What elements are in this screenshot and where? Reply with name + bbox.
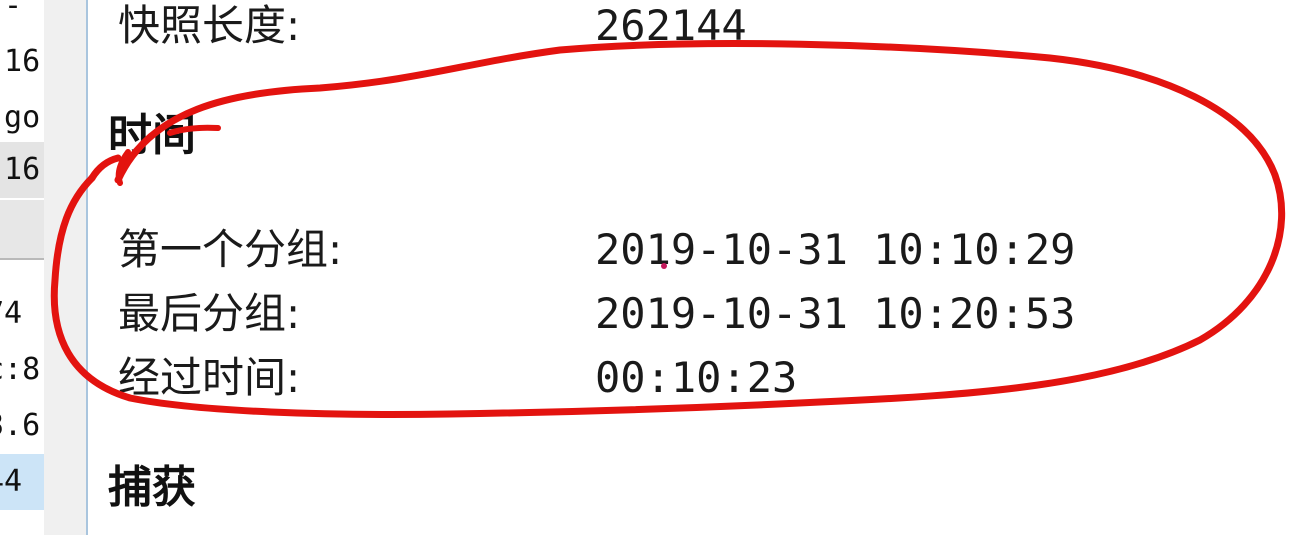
list-separator: [0, 258, 44, 260]
capture-file-properties-screen: [- .16 -go .16 74 c:8 3.6 44 快照长度: 26214…: [0, 0, 1302, 535]
properties-content: 快照长度: 262144 时间 第一个分组: 2019-10-31 10:10:…: [88, 0, 1302, 535]
elapsed-time-label: 经过时间:: [118, 353, 301, 402]
time-section-heading: 时间: [108, 110, 196, 161]
first-packet-value: 2019-10-31 10:10:29: [595, 225, 1076, 274]
background-packet-list: [- .16 -go .16 74 c:8 3.6 44: [0, 0, 44, 535]
list-item[interactable]: .16: [0, 142, 44, 198]
window-splitter[interactable]: [44, 0, 88, 535]
last-packet-value: 2019-10-31 10:20:53: [595, 289, 1076, 338]
elapsed-time-value: 00:10:23: [595, 353, 798, 402]
snapshot-length-value: 262144: [595, 1, 747, 50]
list-item[interactable]: c:8: [0, 342, 44, 398]
list-item[interactable]: 74: [0, 286, 44, 342]
list-item[interactable]: .16: [0, 34, 44, 90]
list-item[interactable]: -go: [0, 90, 44, 146]
list-divider: [0, 200, 44, 258]
capture-section-heading: 捕获: [108, 462, 196, 513]
first-packet-label: 第一个分组:: [118, 225, 343, 274]
list-item[interactable]: 3.6: [0, 398, 44, 454]
list-item[interactable]: [-: [0, 0, 44, 34]
snapshot-length-label: 快照长度:: [118, 1, 301, 50]
list-item-selected[interactable]: 44: [0, 454, 44, 510]
last-packet-label: 最后分组:: [118, 289, 301, 338]
